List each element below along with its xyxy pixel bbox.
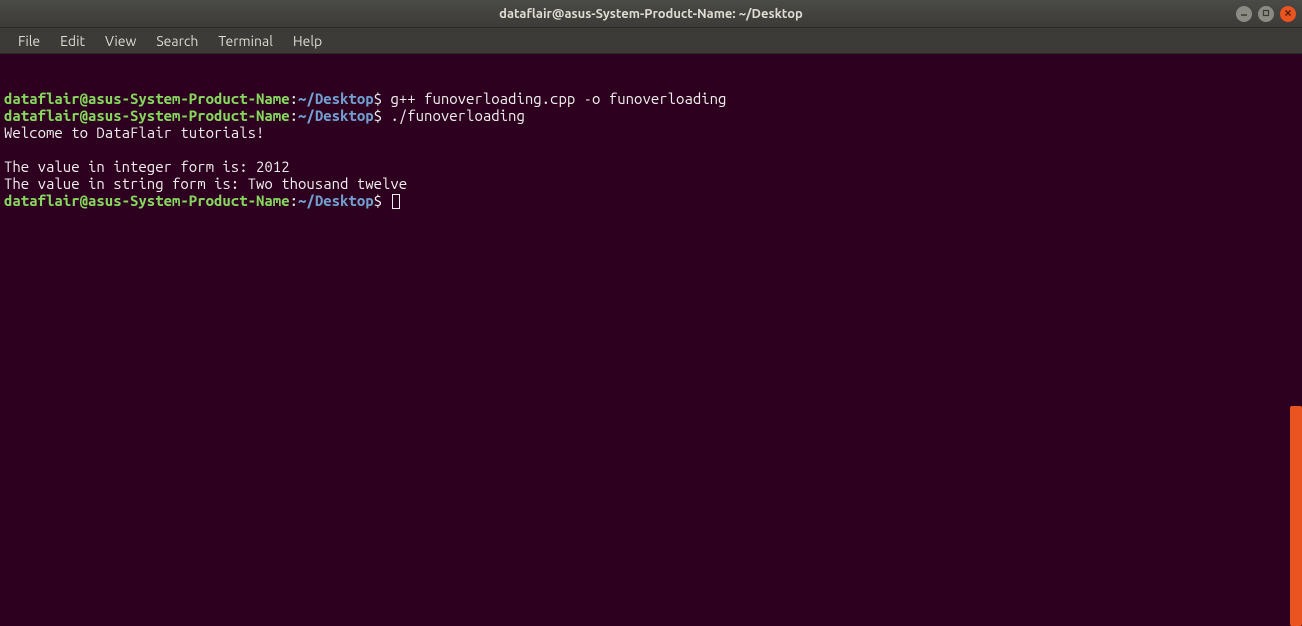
prompt-path: ~/Desktop [298,192,374,209]
prompt-dollar: $ [374,192,391,209]
menu-edit[interactable]: Edit [50,29,95,53]
prompt-colon: : [290,90,298,107]
terminal-line: dataflair@asus-System-Product-Name:~/Des… [4,90,1298,107]
titlebar: dataflair@asus-System-Product-Name: ~/De… [0,0,1302,28]
terminal-body[interactable]: dataflair@asus-System-Product-Name:~/Des… [0,54,1302,626]
cursor [392,194,400,209]
prompt-colon: : [290,192,298,209]
prompt-colon: : [290,107,298,124]
menu-terminal[interactable]: Terminal [208,29,283,53]
command-text: ./funoverloading [390,107,524,124]
terminal-line: dataflair@asus-System-Product-Name:~/Des… [4,107,1298,124]
prompt-user-host: dataflair@asus-System-Product-Name [4,90,290,107]
close-icon [1284,9,1292,19]
command-text: g++ funoverloading.cpp -o funoverloading [390,90,726,107]
prompt-dollar: $ [374,90,391,107]
window-title: dataflair@asus-System-Product-Name: ~/De… [499,7,803,21]
menubar: File Edit View Search Terminal Help [0,28,1302,54]
menu-view[interactable]: View [95,29,146,53]
maximize-button[interactable] [1258,6,1274,22]
prompt-path: ~/Desktop [298,107,374,124]
output-text: Welcome to DataFlair tutorials! [4,124,264,141]
output-text: The value in string form is: Two thousan… [4,175,407,192]
prompt-user-host: dataflair@asus-System-Product-Name [4,192,290,209]
terminal-line [4,141,1298,158]
close-button[interactable] [1280,6,1296,22]
terminal-line: Welcome to DataFlair tutorials! [4,124,1298,141]
terminal-line: dataflair@asus-System-Product-Name:~/Des… [4,192,1298,209]
prompt-dollar: $ [374,107,391,124]
menu-file[interactable]: File [8,29,50,53]
terminal-line: The value in integer form is: 2012 [4,158,1298,175]
window-controls [1236,6,1296,22]
menu-search[interactable]: Search [146,29,208,53]
prompt-user-host: dataflair@asus-System-Product-Name [4,107,290,124]
scrollbar-thumb[interactable] [1290,406,1302,626]
minimize-icon [1240,9,1248,19]
output-text: The value in integer form is: 2012 [4,158,290,175]
prompt-path: ~/Desktop [298,90,374,107]
minimize-button[interactable] [1236,6,1252,22]
menu-help[interactable]: Help [283,29,332,53]
maximize-icon [1262,9,1270,19]
terminal-line: The value in string form is: Two thousan… [4,175,1298,192]
